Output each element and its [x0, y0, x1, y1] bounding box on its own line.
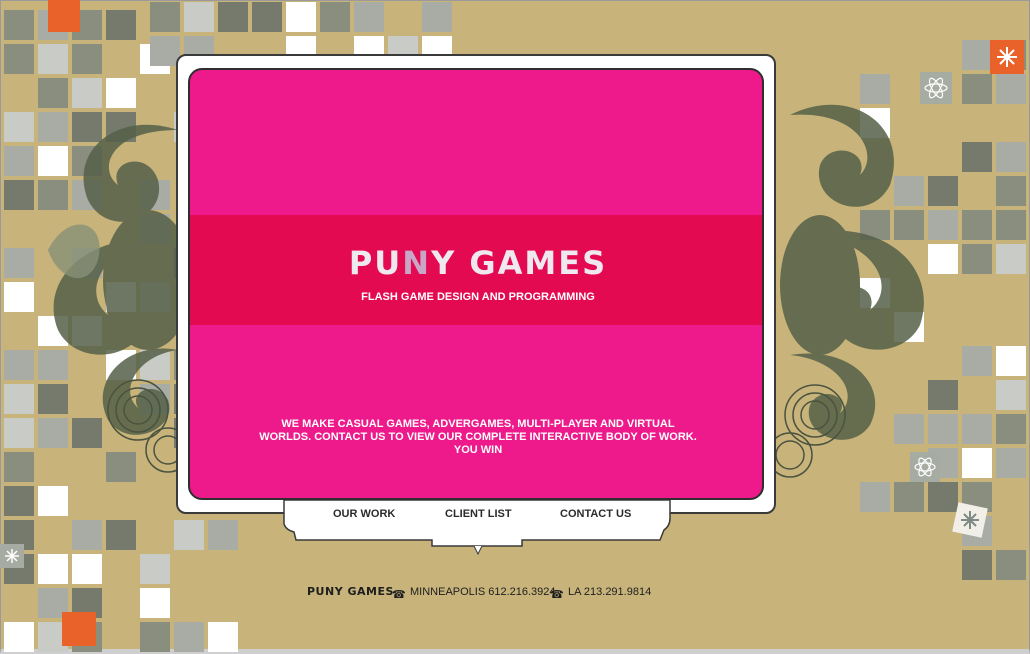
right-flourish-ornament: [770, 104, 924, 478]
mosaic-tile: [996, 210, 1026, 240]
intro-line-1: WE MAKE CASUAL GAMES, ADVERGAMES, MULTI-…: [281, 418, 675, 430]
mosaic-tile: [996, 414, 1026, 444]
footer-minneapolis-phone: MINNEAPOLIS 612.216.3924: [410, 586, 556, 598]
mosaic-tile: [962, 74, 992, 104]
logo-text-part2: N: [402, 244, 432, 282]
atom-tile-icon: [910, 452, 940, 482]
left-flourish-ornament: [48, 124, 193, 473]
mosaic-tile: [962, 210, 992, 240]
hero-panel: PUNY GAMES FLASH GAME DESIGN AND PROGRAM…: [188, 68, 764, 500]
mosaic-tile: [996, 142, 1026, 172]
intro-line-3: YOU WIN: [453, 444, 503, 456]
mosaic-tile: [140, 622, 170, 652]
mosaic-tile: [62, 612, 96, 646]
mosaic-tile: [38, 44, 68, 74]
intro-line-2: WORLDS. CONTACT US TO VIEW OUR COMPLETE …: [259, 431, 697, 443]
mosaic-tile: [996, 74, 1026, 104]
mosaic-tile: [150, 2, 180, 32]
footer-la-phone: LA 213.291.9814: [568, 586, 652, 598]
mosaic-tile: [252, 2, 282, 32]
mosaic-tile: [106, 520, 136, 550]
mosaic-tile: [106, 10, 136, 40]
mosaic-tile: [4, 622, 34, 652]
phone-icon: ☎: [550, 589, 564, 601]
mosaic-tile: [72, 554, 102, 584]
mosaic-tile: [208, 622, 238, 652]
mosaic-tile: [996, 176, 1026, 206]
nav-our-work[interactable]: OUR WORK: [333, 508, 395, 520]
mosaic-tile: [354, 2, 384, 32]
mosaic-tile: [962, 414, 992, 444]
flower-tile-icon: [952, 502, 988, 538]
mosaic-tile: [38, 554, 68, 584]
mosaic-tile: [174, 520, 204, 550]
nav-client-list[interactable]: CLIENT LIST: [445, 508, 512, 520]
mosaic-tile: [962, 40, 992, 70]
mosaic-tile: [962, 142, 992, 172]
intro-text: WE MAKE CASUAL GAMES, ADVERGAMES, MULTI-…: [259, 418, 697, 457]
flower-tile-icon: [0, 544, 24, 568]
footer-logo: PUNY GAMES: [307, 585, 394, 598]
atom-tile-icon: [920, 72, 952, 104]
nav-contact-us[interactable]: CONTACT US: [560, 508, 631, 520]
mosaic-tile: [962, 448, 992, 478]
mosaic-tile: [996, 380, 1026, 410]
tagline: FLASH GAME DESIGN AND PROGRAMMING: [361, 291, 595, 303]
mosaic-tile: [4, 44, 34, 74]
mosaic-tile: [996, 550, 1026, 580]
logo-text-part1: PU: [348, 244, 403, 282]
mosaic-tile: [208, 520, 238, 550]
mosaic-tile: [996, 346, 1026, 376]
mosaic-tile: [218, 2, 248, 32]
logo-text-part3: Y GAMES: [431, 244, 608, 282]
mosaic-tile: [38, 486, 68, 516]
mosaic-tile: [320, 2, 350, 32]
mosaic-tile: [72, 520, 102, 550]
mosaic-tile: [4, 486, 34, 516]
phone-icon: ☎: [392, 589, 406, 601]
orange-flower-tile-icon: [990, 40, 1024, 74]
mosaic-tile: [962, 550, 992, 580]
mosaic-tile: [72, 44, 102, 74]
mosaic-tile: [140, 588, 170, 618]
mosaic-tile: [996, 448, 1026, 478]
mosaic-tile: [996, 244, 1026, 274]
mosaic-tile: [4, 10, 34, 40]
mosaic-tile: [184, 2, 214, 32]
mosaic-tile: [174, 622, 204, 652]
mosaic-tile: [48, 0, 80, 32]
mosaic-tile: [286, 2, 316, 32]
site-logo: PUNY GAMES: [190, 244, 762, 282]
mosaic-tile: [422, 2, 452, 32]
mosaic-tile: [962, 346, 992, 376]
mosaic-tile: [140, 554, 170, 584]
mosaic-tile: [962, 244, 992, 274]
